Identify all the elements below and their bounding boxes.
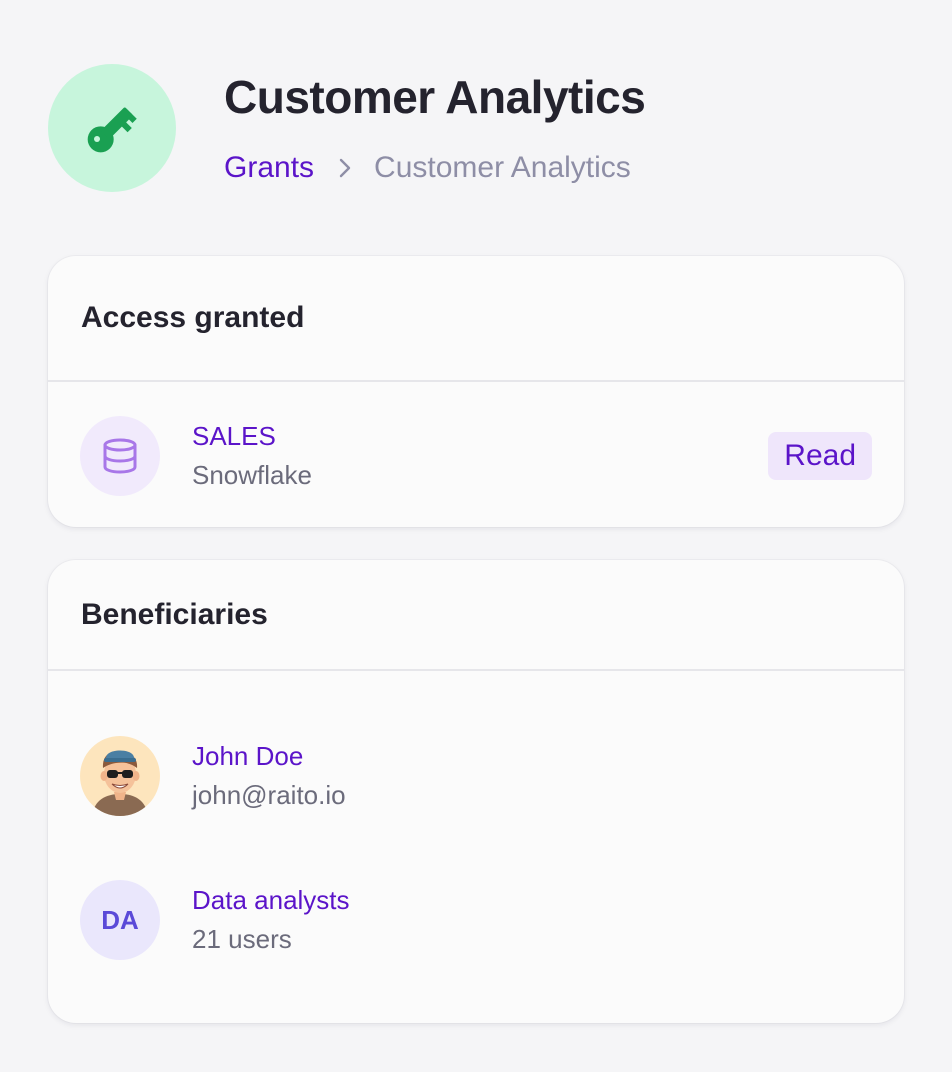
breadcrumb-current: Customer Analytics	[374, 151, 631, 184]
page-title: Customer Analytics	[224, 71, 646, 123]
access-granted-header: Access granted	[48, 256, 904, 382]
group-avatar: DA	[80, 880, 160, 960]
breadcrumb-link-grants[interactable]: Grants	[224, 151, 314, 185]
data-source-name: Snowflake	[192, 460, 312, 490]
permission-badge: Read	[768, 432, 872, 480]
beneficiaries-title: Beneficiaries	[81, 597, 268, 631]
grant-detail-page: Customer Analytics Grants Customer Analy…	[0, 0, 952, 1072]
chevron-right-icon	[338, 157, 352, 179]
beneficiary-group-count: 21 users	[192, 924, 292, 954]
data-object-name[interactable]: SALES	[192, 417, 312, 455]
beneficiary-group-text: Data analysts 21 users	[192, 881, 350, 959]
beneficiaries-card: Beneficiaries John Doe john@raito.io DA …	[48, 560, 904, 1023]
grant-hero-icon	[48, 64, 176, 192]
access-item-row[interactable]: SALES Snowflake Read	[80, 416, 872, 496]
database-icon	[103, 438, 137, 474]
beneficiary-group-name[interactable]: Data analysts	[192, 881, 350, 919]
beneficiary-user-text: John Doe john@raito.io	[192, 737, 346, 815]
access-granted-card: Access granted SALES Snowflake Read	[48, 256, 904, 527]
beneficiaries-header: Beneficiaries	[48, 560, 904, 671]
key-icon	[87, 107, 137, 153]
breadcrumb: Grants Customer Analytics	[224, 148, 631, 188]
beneficiary-row-group[interactable]: DA Data analysts 21 users	[80, 880, 872, 960]
beneficiary-row-user[interactable]: John Doe john@raito.io	[80, 736, 872, 816]
beneficiary-user-name[interactable]: John Doe	[192, 737, 346, 775]
access-item-text: SALES Snowflake	[192, 417, 312, 495]
beneficiary-user-email: john@raito.io	[192, 780, 346, 810]
data-object-avatar	[80, 416, 160, 496]
access-granted-title: Access granted	[81, 301, 305, 334]
user-avatar-photo	[80, 736, 160, 816]
